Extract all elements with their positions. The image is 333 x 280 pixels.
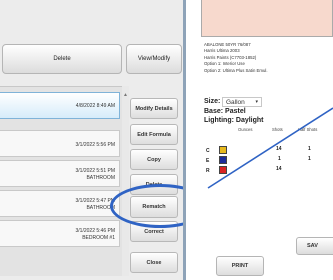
modify-details-button[interactable]: Modify Details — [130, 98, 178, 119]
list-item[interactable]: 3/1/2022 5:47 PM BATHROOM — [0, 190, 120, 217]
list-scrollbar[interactable] — [122, 86, 129, 276]
record-datetime: 4/8/2022 8:49 AM — [75, 103, 115, 109]
record-datetime: 3/1/2022 5:51 PM — [75, 168, 115, 174]
list-item[interactable]: 3/1/2022 5:51 PM BATHROOM — [0, 160, 120, 187]
list-item[interactable]: 4/8/2022 8:49 AM — [0, 92, 120, 119]
save-button[interactable]: SAV — [296, 237, 333, 255]
edit-formula-button[interactable]: Edit Formula — [130, 124, 178, 145]
delete-button[interactable]: Delete — [2, 44, 122, 74]
record-list: 4/8/2022 8:49 AM 3/1/2022 5:56 PM 3/1/20… — [0, 86, 122, 276]
copy-button[interactable]: Copy — [130, 149, 178, 170]
list-item[interactable]: 3/1/2022 5:56 PM — [0, 130, 120, 157]
record-datetime: 3/1/2022 5:56 PM — [75, 142, 115, 148]
close-button[interactable]: Close — [130, 252, 178, 273]
formula-panel: ABALONE 50YR 76/087 Harris Ultima 2003 H… — [186, 0, 333, 280]
view-modify-button[interactable]: View/Modify — [126, 44, 182, 74]
print-button[interactable]: PRINT — [216, 256, 264, 276]
record-panel: Delete View/Modify 4/8/2022 8:49 AM 3/1/… — [0, 0, 210, 280]
record-datetime: 3/1/2022 5:46 PM — [75, 228, 115, 234]
record-room: BATHROOM — [86, 205, 115, 211]
list-item[interactable]: 3/1/2022 5:46 PM BEDROOM #1 — [0, 220, 120, 247]
scroll-up-arrow-icon[interactable]: ▲ — [122, 90, 129, 100]
record-room: BEDROOM #1 — [82, 235, 115, 241]
record-room: BATHROOM — [86, 175, 115, 181]
record-datetime: 3/1/2022 5:47 PM — [75, 198, 115, 204]
